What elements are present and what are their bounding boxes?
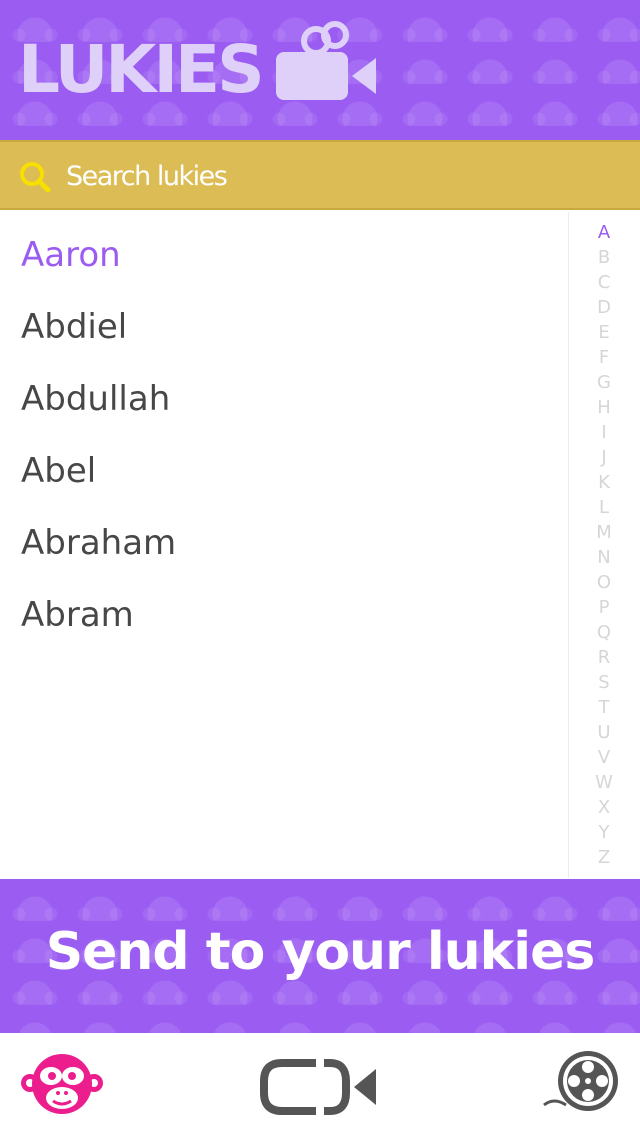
alpha-index-letter[interactable]: L — [569, 495, 640, 520]
contact-item[interactable]: Aaron — [0, 219, 568, 291]
alpha-index-letter[interactable]: Q — [569, 620, 640, 645]
alpha-index-letter[interactable]: B — [569, 245, 640, 270]
alpha-index-letter[interactable]: J — [569, 445, 640, 470]
alpha-index-letter[interactable]: Z — [569, 845, 640, 870]
alpha-index-letter[interactable]: I — [569, 420, 640, 445]
alpha-index-letter[interactable]: H — [569, 395, 640, 420]
alpha-index-letter[interactable]: U — [569, 720, 640, 745]
contact-list: Aaron Abdiel Abdullah Abel Abraham Abram — [0, 219, 568, 879]
contact-item[interactable]: Abdullah — [0, 363, 568, 435]
send-to-lukies-button[interactable]: Send to your lukies — [0, 879, 640, 1033]
alpha-index-letter[interactable]: X — [569, 795, 640, 820]
alpha-index-letter[interactable]: M — [569, 520, 640, 545]
contact-item[interactable]: Abdiel — [0, 291, 568, 363]
alpha-index-letter[interactable]: W — [569, 770, 640, 795]
alpha-index-letter[interactable]: S — [569, 670, 640, 695]
app-header: LUKIES — [0, 0, 640, 140]
alpha-index-letter[interactable]: F — [569, 345, 640, 370]
record-video-icon[interactable] — [258, 1057, 380, 1117]
tab-bar — [0, 1033, 640, 1136]
contact-item[interactable]: Abram — [0, 579, 568, 651]
search-bar[interactable] — [0, 140, 640, 210]
monkey-icon[interactable] — [20, 1051, 104, 1117]
alpha-index-letter[interactable]: T — [569, 695, 640, 720]
alpha-index-letter[interactable]: P — [569, 595, 640, 620]
contact-item[interactable]: Abraham — [0, 507, 568, 579]
film-reel-icon[interactable] — [542, 1047, 622, 1117]
alpha-index-letter[interactable]: Y — [569, 820, 640, 845]
alpha-index-letter[interactable]: K — [569, 470, 640, 495]
alpha-index-letter[interactable]: G — [569, 370, 640, 395]
alpha-index-letter[interactable]: D — [569, 295, 640, 320]
alpha-index-letter[interactable]: C — [569, 270, 640, 295]
alpha-index-letter[interactable]: O — [569, 570, 640, 595]
alphabet-index: ABCDEFGHIJKLMNOPQRSTUVWXYZ — [568, 212, 640, 878]
send-button-label: Send to your lukies — [45, 922, 596, 982]
search-icon — [20, 162, 51, 193]
alpha-index-letter[interactable]: V — [569, 745, 640, 770]
alpha-index-letter[interactable]: A — [569, 220, 640, 245]
contact-item[interactable]: Abel — [0, 435, 568, 507]
alpha-index-letter[interactable]: E — [569, 320, 640, 345]
search-input[interactable] — [66, 152, 606, 200]
app-logo-text: LUKIES — [18, 31, 265, 108]
video-camera-icon — [276, 21, 376, 100]
alpha-index-letter[interactable]: N — [569, 545, 640, 570]
alpha-index-letter[interactable]: R — [569, 645, 640, 670]
